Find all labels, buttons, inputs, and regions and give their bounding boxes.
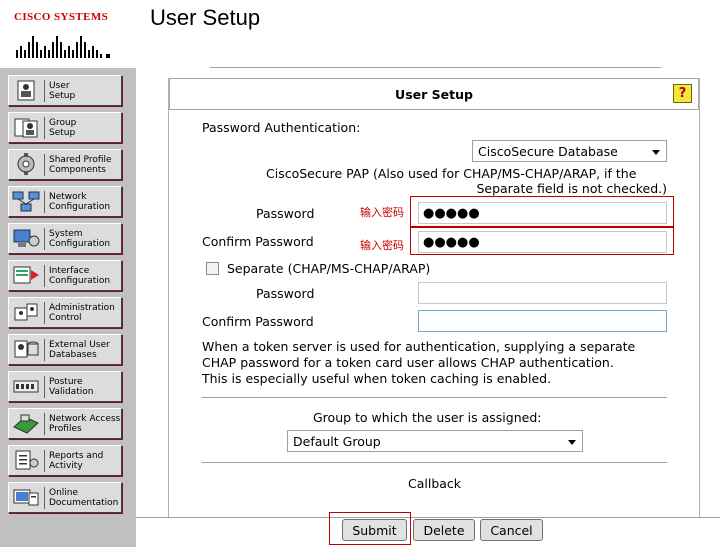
chevron-down-icon — [568, 440, 576, 445]
pap-note-line2: Separate field is not checked.) — [476, 181, 667, 196]
sidebar-item-label: Shared Profile Components — [49, 154, 112, 175]
user-setup-icon — [17, 80, 35, 101]
group-select[interactable]: Default Group — [287, 430, 583, 452]
sidebar-item-interface-configuration[interactable]: Interface Configuration — [8, 260, 122, 291]
help-icon[interactable]: ? — [673, 84, 692, 103]
nap-icon — [13, 414, 39, 434]
sidebar-item-reports-and-activity[interactable]: Reports and Activity — [8, 445, 122, 476]
password-input[interactable]: ●●●●● — [418, 202, 667, 224]
sidebar-item-label: Group Setup — [49, 117, 77, 138]
sidebar-item-shared-profile-components[interactable]: Shared Profile Components — [8, 149, 122, 180]
sidebar-item-label: Reports and Activity — [49, 450, 104, 471]
network-config-icon — [12, 191, 40, 212]
system-config-icon — [13, 229, 40, 247]
panel-title: User Setup — [395, 87, 473, 102]
page-title: User Setup — [150, 5, 261, 30]
separate-checkbox[interactable] — [206, 262, 219, 275]
separate-label: Separate (CHAP/MS-CHAP/ARAP) — [227, 261, 431, 276]
sidebar-item-network-configuration[interactable]: Network Configuration — [8, 186, 122, 217]
group-value: Default Group — [293, 434, 381, 449]
separate-password-input[interactable] — [418, 282, 667, 304]
separate-confirm-input[interactable] — [418, 310, 667, 332]
sidebar-item-label: External User Databases — [49, 339, 110, 360]
sidebar-item-label: Network Configuration — [49, 191, 111, 212]
enter-password-annotation: 输入密码 — [360, 206, 404, 219]
admin-control-icon — [14, 303, 38, 321]
password-label: Password — [256, 206, 315, 221]
sidebar-item-group-setup[interactable]: Group Setup — [8, 112, 122, 143]
sidebar-item-system-configuration[interactable]: System Configuration — [8, 223, 122, 254]
confirm-password-input[interactable]: ●●●●● — [418, 231, 667, 253]
sidebar-item-label: Online Documentation — [49, 487, 119, 508]
callback-label: Callback — [408, 476, 462, 491]
password-value: ●●●●● — [423, 206, 480, 221]
auth-database-select[interactable]: CiscoSecure Database — [472, 140, 667, 162]
external-db-icon — [14, 340, 39, 358]
sidebar-item-label: System Configuration — [49, 228, 111, 249]
reports-icon — [15, 450, 39, 470]
confirm-password-value: ●●●●● — [423, 235, 480, 250]
logo-text: CISCO SYSTEMS — [14, 11, 109, 23]
posture-icon — [13, 380, 39, 393]
interface-config-icon — [13, 266, 39, 284]
sidebar-item-label: Network Access Profiles — [49, 413, 121, 434]
sidebar: User Setup Group Setup Shared Profile Co… — [0, 68, 136, 547]
auth-database-value: CiscoSecure Database — [478, 144, 618, 159]
panel-header: User Setup ? — [169, 78, 699, 110]
sidebar-item-network-access-profiles[interactable]: Network Access Profiles — [8, 408, 122, 439]
group-assignment-label: Group to which the user is assigned: — [313, 410, 542, 425]
enter-password-annotation: 输入密码 — [360, 239, 404, 252]
sidebar-item-label: Posture Validation — [49, 376, 94, 397]
cisco-bars-icon — [14, 28, 114, 60]
password-authentication-label: Password Authentication: — [202, 120, 361, 135]
separate-password-label: Password — [256, 286, 315, 301]
delete-button[interactable]: Delete — [413, 519, 475, 541]
pap-note-line1: CiscoSecure PAP (Also used for CHAP/MS-C… — [266, 166, 637, 181]
confirm-password-label: Confirm Password — [202, 234, 314, 249]
submit-button[interactable]: Submit — [342, 519, 407, 541]
sidebar-item-external-user-databases[interactable]: External User Databases — [8, 334, 122, 365]
cancel-button[interactable]: Cancel — [480, 519, 543, 541]
divider — [202, 397, 667, 398]
divider — [202, 462, 667, 463]
sidebar-item-online-documentation[interactable]: Online Documentation — [8, 482, 122, 513]
token-note-line1: When a token server is used for authenti… — [202, 339, 636, 354]
divider — [210, 67, 661, 68]
separate-confirm-label: Confirm Password — [202, 314, 314, 329]
token-note-line2: CHAP password for a token card user allo… — [202, 355, 614, 370]
sidebar-item-label: User Setup — [49, 80, 76, 101]
docs-icon — [13, 489, 39, 506]
cisco-logo: CISCO SYSTEMS — [14, 8, 118, 60]
sidebar-item-user-setup[interactable]: User Setup — [8, 75, 122, 106]
group-setup-icon — [14, 118, 38, 138]
sidebar-item-administration-control[interactable]: Administration Control — [8, 297, 122, 328]
shared-profile-icon — [17, 153, 35, 175]
sidebar-item-posture-validation[interactable]: Posture Validation — [8, 371, 122, 402]
sidebar-item-label: Administration Control — [49, 302, 115, 323]
token-note-line3: This is especially useful when token cac… — [202, 371, 552, 386]
chevron-down-icon — [652, 150, 660, 155]
sidebar-item-label: Interface Configuration — [49, 265, 111, 286]
